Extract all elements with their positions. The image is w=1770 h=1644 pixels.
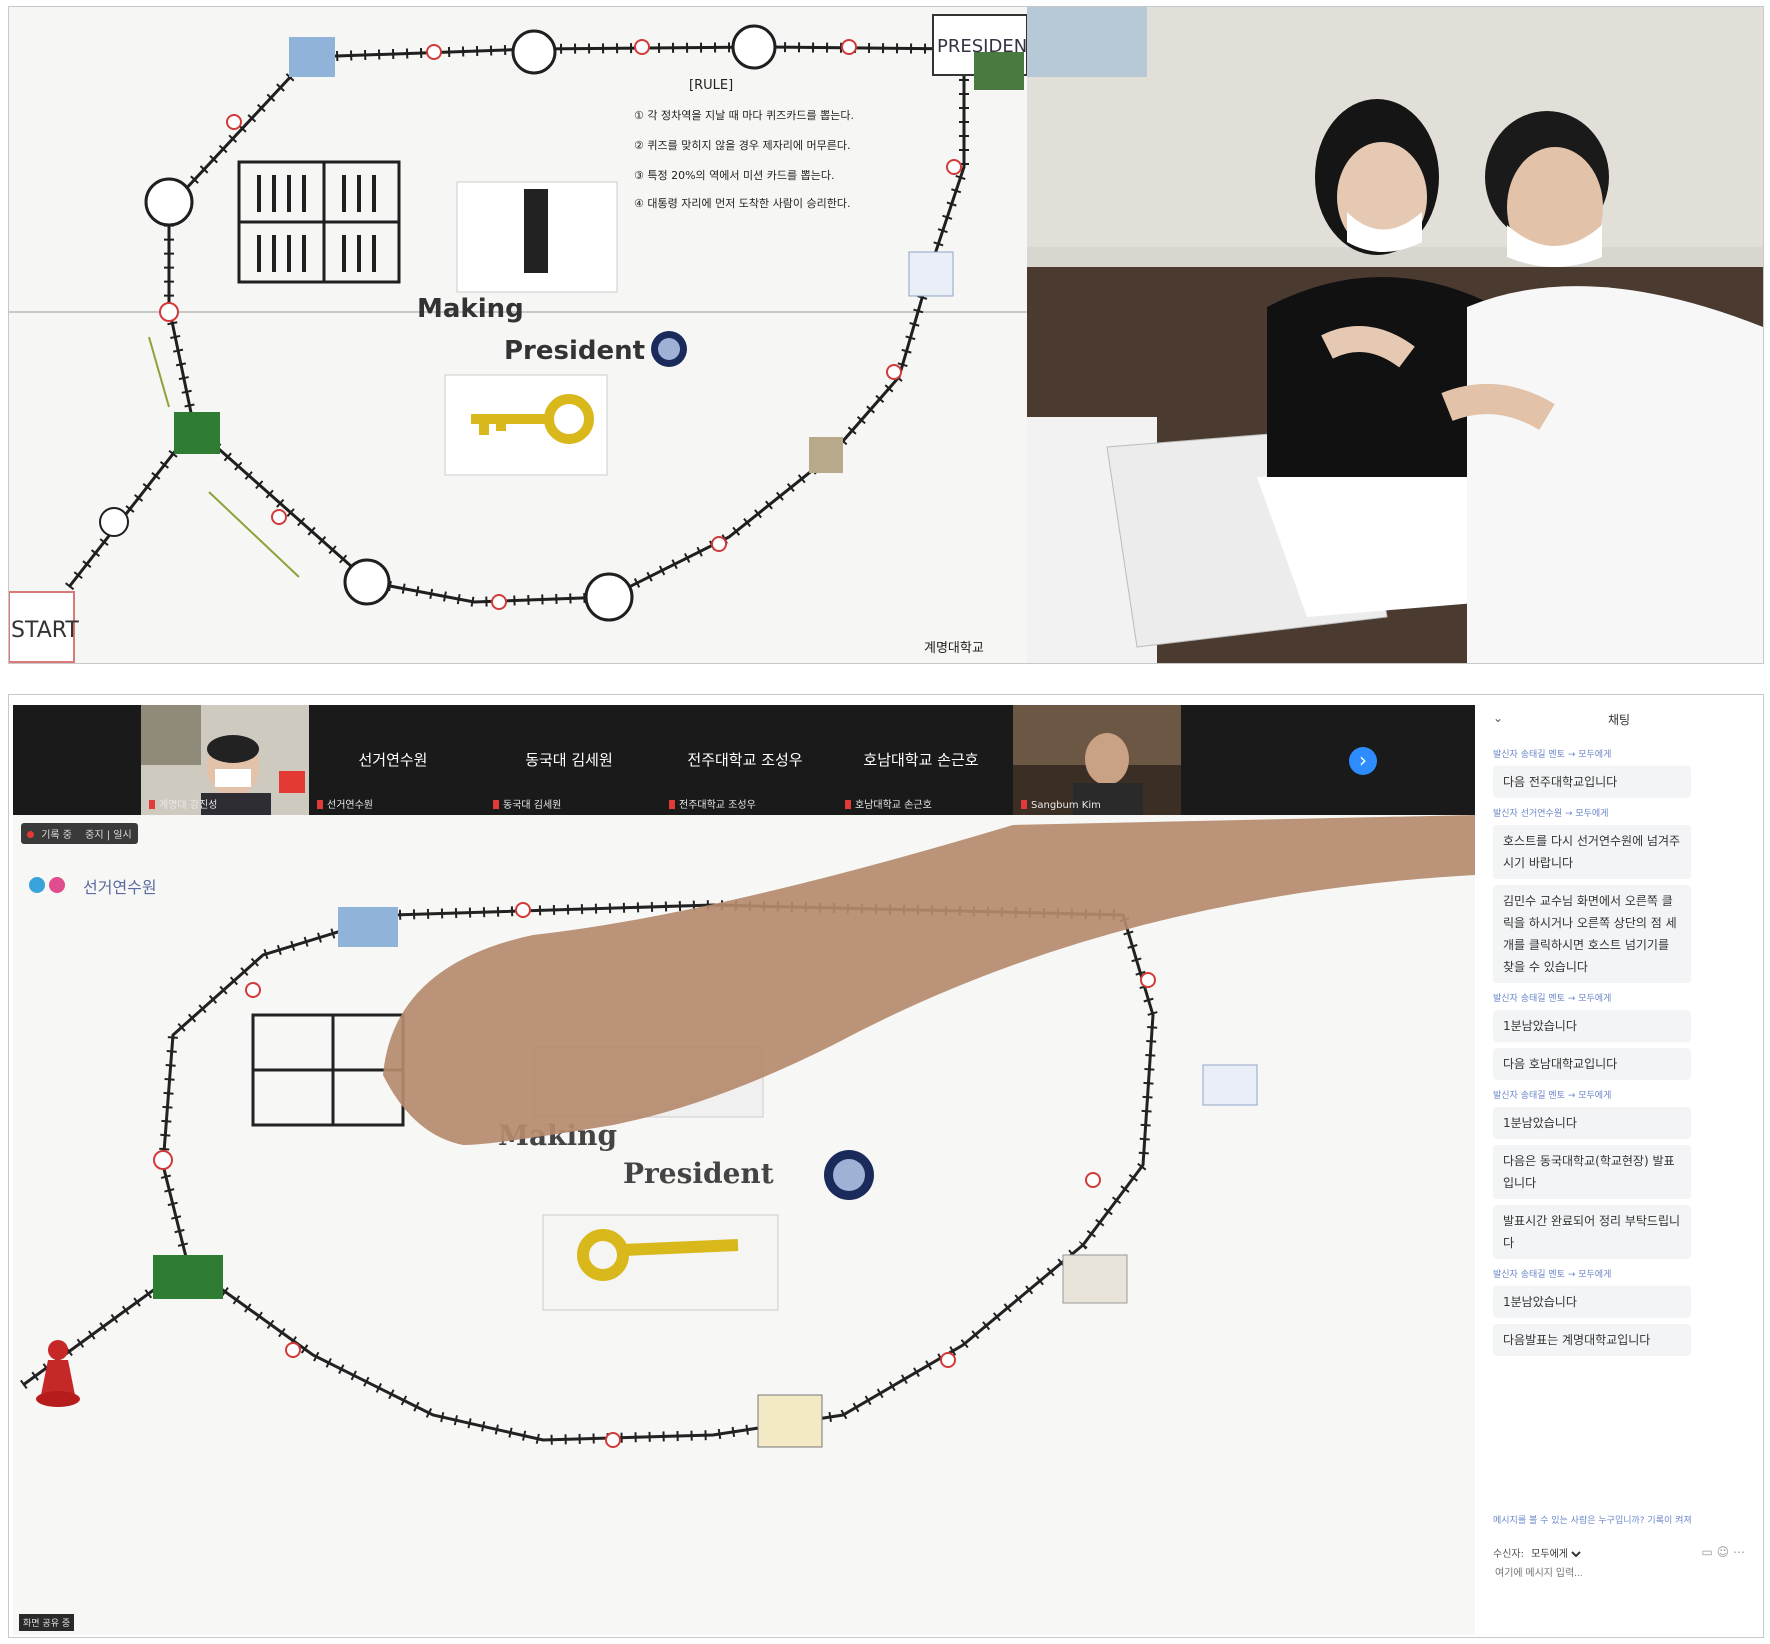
recording-indicator[interactable]: 기록 중 중지 | 일시 <box>21 823 138 844</box>
rule-4: ④ 대통령 자리에 먼저 도착한 사람이 승리한다. <box>634 197 851 210</box>
chat-message: 발신자 송태길 멘토 → 모두에게 1분남았습니다 다음은 동국대학교(학교현장… <box>1493 1088 1753 1259</box>
participant-tile[interactable] <box>13 705 141 815</box>
shared-board-title-president: President <box>623 1157 774 1190</box>
zoom-meeting-window: 계명대 강진성 선거연수원 선거연수원 동국대 김세원 동국대 김세원 전주대학… <box>8 694 1764 1638</box>
chat-message-input[interactable] <box>1493 1567 1747 1580</box>
chat-sender: 발신자 송태길 멘토 → 모두에게 <box>1493 1091 1612 1101</box>
station-image <box>289 37 335 77</box>
station-circle <box>731 24 777 70</box>
participant-tile[interactable]: 전주대학교 조성우 전주대학교 조성우 <box>661 705 829 815</box>
rule-title: [RULE] <box>689 78 733 93</box>
board-game-photo: START PRESIDENT Making P <box>9 7 1027 663</box>
participant-tile[interactable]: 동국대 김세원 동국대 김세원 <box>485 705 653 815</box>
participant-video-strip: 계명대 강진성 선거연수원 선거연수원 동국대 김세원 동국대 김세원 전주대학… <box>13 705 1475 815</box>
chat-text: 호스트를 다시 선거연수원에 넘겨주시기 바랍니다 <box>1493 825 1691 879</box>
station-image <box>174 412 220 454</box>
chat-message: 발신자 송태길 멘토 → 모두에게 1분남았습니다 다음 호남대학교입니다 <box>1493 991 1753 1080</box>
participant-label: 전주대학교 조성우 <box>669 796 756 811</box>
chat-recipient-label: 수신자: <box>1493 1549 1524 1560</box>
chat-recipient-select[interactable]: 모두에게 <box>1527 1548 1585 1561</box>
chat-sender: 발신자 송태길 멘토 → 모두에게 <box>1493 994 1612 1004</box>
chat-recipient: 수신자: 모두에게 <box>1493 1545 1585 1561</box>
station-circle <box>144 177 194 227</box>
chat-message: 발신자 선거연수원 → 모두에게 호스트를 다시 선거연수원에 넘겨주시기 바랍… <box>1493 806 1753 983</box>
shared-screen: Making President 선거연수원 기록 중 중지 | 일시 화면 공… <box>13 815 1475 1635</box>
participant-name: 전주대학교 조성우 <box>687 751 803 769</box>
chat-text: 다음 전주대학교입니다 <box>1493 766 1691 798</box>
participant-name: 동국대 김세원 <box>525 751 613 769</box>
participant-label: 동국대 김세원 <box>493 796 561 811</box>
chat-sender: 발신자 송태길 멘토 → 모두에게 <box>1493 750 1612 760</box>
start-label: START <box>11 618 79 643</box>
rule-1: ① 각 정차역을 지날 때 마다 퀴즈카드를 뽑는다. <box>634 109 854 122</box>
rule-2: ② 퀴즈를 맞히지 않을 경우 제자리에 머무른다. <box>634 138 851 152</box>
chat-text: 다음발표는 계명대학교입니다 <box>1493 1324 1691 1356</box>
chat-text: 1분남았습니다 <box>1493 1010 1691 1042</box>
chat-message: 발신자 송태길 멘토 → 모두에게 1분남았습니다 다음발표는 계명대학교입니다 <box>1493 1267 1753 1356</box>
participant-tile[interactable]: 선거연수원 선거연수원 <box>309 705 477 815</box>
station-image <box>908 251 954 297</box>
chat-visibility-hint[interactable]: 메시지를 볼 수 있는 사람은 누구입니까? 기록이 켜져 <box>1493 1513 1692 1526</box>
station-circle <box>99 507 129 537</box>
chat-panel: ⌄ 채팅 발신자 송태길 멘토 → 모두에게 다음 전주대학교입니다 발신자 선… <box>1479 699 1759 1633</box>
chat-text: 1분남았습니다 <box>1493 1286 1691 1318</box>
key-card-deck <box>444 374 608 476</box>
station-circle <box>584 572 634 622</box>
participant-label: 호남대학교 손근호 <box>845 796 932 811</box>
chat-text: 김민수 교수님 화면에서 오른쪽 클릭을 하시거나 오른쪽 상단의 점 세개를 … <box>1493 885 1691 983</box>
board-title-president: President <box>504 336 645 366</box>
participant-label: 선거연수원 <box>317 796 373 811</box>
board-title-making: Making <box>417 294 524 324</box>
chat-message: 발신자 송태길 멘토 → 모두에게 다음 전주대학교입니다 <box>1493 747 1753 798</box>
chat-sender: 발신자 선거연수원 → 모두에게 <box>1493 809 1609 819</box>
participant-name: 호남대학교 손근호 <box>863 751 979 769</box>
shared-board-video: Making President 선거연수원 <box>13 815 1475 1635</box>
station-circle <box>511 29 557 75</box>
board-logo-text: 선거연수원 <box>83 878 157 897</box>
recording-label: 기록 중 <box>41 830 72 841</box>
board-footer: 계명대학교 <box>924 641 984 656</box>
station-image <box>809 437 843 473</box>
chat-text: 1분남았습니다 <box>1493 1107 1691 1139</box>
chat-file-icon[interactable]: ▭ ☺ ⋯ <box>1702 1545 1745 1559</box>
station-circle <box>343 558 391 606</box>
chat-message-list: 발신자 송태길 멘토 → 모두에게 다음 전주대학교입니다 발신자 선거연수원 … <box>1493 747 1753 1364</box>
students-photo <box>1027 7 1763 663</box>
record-dot-icon <box>27 831 34 838</box>
rule-3: ③ 특정 20%의 역에서 미션 카드를 뽑는다. <box>634 169 834 182</box>
participant-tile[interactable]: 호남대학교 손근호 호남대학교 손근호 <box>837 705 1005 815</box>
chat-text: 다음은 동국대학교(학교현장) 발표입니다 <box>1493 1145 1691 1199</box>
president-label: PRESIDENT <box>937 36 1027 57</box>
chat-sender: 발신자 송태길 멘토 → 모두에게 <box>1493 1270 1612 1280</box>
next-page-arrow-icon[interactable]: › <box>1349 747 1377 775</box>
participant-tile-camera[interactable]: 계명대 강진성 <box>141 705 309 815</box>
share-status-tag: 화면 공유 중 <box>19 1614 75 1631</box>
participant-tile-camera[interactable]: Sangbum Kim <box>1013 705 1181 815</box>
recording-controls[interactable]: 중지 | 일시 <box>85 830 132 841</box>
participant-label: 계명대 강진성 <box>149 796 217 811</box>
chat-text: 발표시간 완료되어 정리 부탁드립니다 <box>1493 1205 1691 1259</box>
participant-label: Sangbum Kim <box>1021 800 1101 811</box>
participant-video <box>1013 705 1181 815</box>
chat-title: 채팅 <box>1607 713 1631 727</box>
top-photo-panel: START PRESIDENT Making P <box>8 6 1764 664</box>
participant-name: 선거연수원 <box>358 751 428 769</box>
chat-text: 다음 호남대학교입니다 <box>1493 1048 1691 1080</box>
